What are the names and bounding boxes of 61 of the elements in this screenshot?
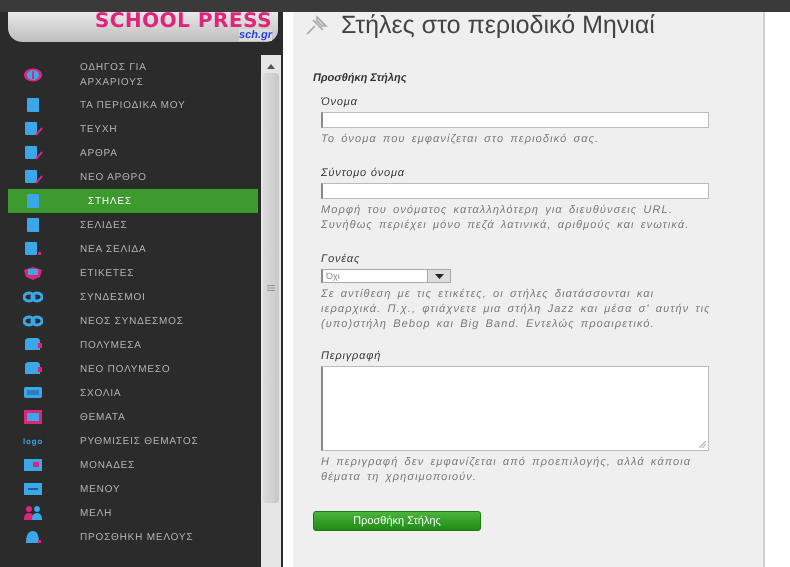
tag-icon [23,266,43,280]
logo-badge[interactable]: SCHOOL PRESS sch.gr [8,12,278,42]
sidebar-item[interactable]: logo ΡΥΘΜΙΣΕΙΣ ΘΕΜΑΤΟΣ [8,429,258,453]
sidebar-item[interactable]: ΣΥΝΔΕΣΜΟΙ [8,285,258,309]
sidebar-item[interactable]: ΣΤΗΛΕΣ [8,189,258,213]
sidebar-item[interactable]: ΠΟΛΥΜΕΣΑ [8,333,258,357]
sidebar-item[interactable]: ΜΕΛΗ [8,501,258,525]
page-title: Στήλες στο περιοδικό Μηνιαί [341,12,655,38]
link-icon [23,290,43,304]
logo-title: SCHOOL PRESS [94,12,272,28]
sidebar-item[interactable]: ΝΕΑ ΣΕΛΙΔΑ [8,237,258,261]
grip-icon [267,285,275,291]
media-icon [23,362,43,376]
field-label: Περιγραφή [321,350,382,362]
scroll-up-icon[interactable] [267,63,275,69]
help-text: Μορφή του ονόματος καταλληλότερη για διευθύνσεις URL. Συνήθως περιέχει μόνο πεζά λατινικά, αριθμούς και ενωτικά. [321,203,690,233]
window-icon [23,458,43,472]
scrollbar[interactable] [261,55,281,567]
sidebar-item[interactable]: ΘΕΜΑΤΑ [8,405,258,429]
page-plus-icon [23,242,43,256]
comment-icon [23,386,43,400]
sidebar-item[interactable]: ΤΕΥΧΗ [8,117,258,141]
help-text: Σε αντίθεση με τις ετικέτες, οι στήλες διατάσσονται και ιεραρχικά. Π.χ., φτιάχνετε μια στήλη Jazz και μέσα σ' αυτήν τις (υπο)στήλη Bebop και Big Band. Εντελώς προαιρετικό. [321,287,712,332]
pin-icon [305,14,329,36]
field-label: Όνομα [321,96,359,108]
logo-icon: logo [22,436,44,446]
help-text: Η περιγραφή δεν εμφανίζεται από προεπιλογής, αλλά κάποια θέματα τη χρησιμοποιούν. [321,455,692,485]
field-label: Σύντομο όνομα [321,167,406,179]
sidebar-item[interactable]: ΣΧΟΛΙΑ [8,381,258,405]
dropdown[interactable]: Όχι [321,269,451,283]
sidebar-item[interactable]: ΝΕΟ ΑΡΘΡΟ [8,165,258,189]
help-text: Το όνομα που εμφανίζεται στο περιοδικό σας. [321,132,600,147]
sidebar-item[interactable]: ΝΕΟ ΠΟΛΥΜΕΣΟ [8,357,258,381]
sidebar-item[interactable]: ΣΕΛΙΔΕΣ [8,213,258,237]
sidebar-item[interactable]: ΑΡΘΡΑ [8,141,258,165]
page-pen-icon [23,146,43,160]
sidebar-item[interactable]: ΜΕΝΟΥ [8,477,258,501]
media-icon [23,338,43,352]
user-plus-icon [23,530,43,544]
link-icon [23,314,43,328]
sidebar-item[interactable]: ΕΤΙΚΕΤΕΣ [8,261,258,285]
form-heading: Προσθήκη Στήλης [313,72,408,84]
resize-handle-icon[interactable] [698,440,706,448]
sidebar-item[interactable]: ΠΡΟΣΘΗΚΗ ΜΕΛΟΥΣ [8,525,258,549]
logo-subtitle: sch.gr [238,29,272,41]
page-pen-icon [23,170,43,184]
info-icon [23,68,43,82]
caret-icon[interactable] [434,274,444,278]
sidebar-item[interactable]: ΟΔΗΓΟΣ ΓΙΑ ΑΡΧΑΡΙΟΥΣ [8,57,258,93]
page-pen-icon [23,122,43,136]
scroll-thumb[interactable] [263,73,279,503]
menu-icon [23,482,43,496]
sidebar-item[interactable]: ΝΕΟΣ ΣΥΝΔΕΣΜΟΣ [8,309,258,333]
sidebar-item[interactable]: ΤΑ ΠΕΡΙΟΔΙΚΑ ΜΟΥ [8,93,258,117]
text-area[interactable] [321,366,709,451]
field-label: Γονέας [321,253,362,265]
input-field[interactable] [321,183,709,199]
input-field[interactable] [321,112,709,128]
users-icon [23,506,43,520]
theme-icon [23,410,43,424]
sidebar-item[interactable]: ΜΟΝΑΔΕΣ [8,453,258,477]
